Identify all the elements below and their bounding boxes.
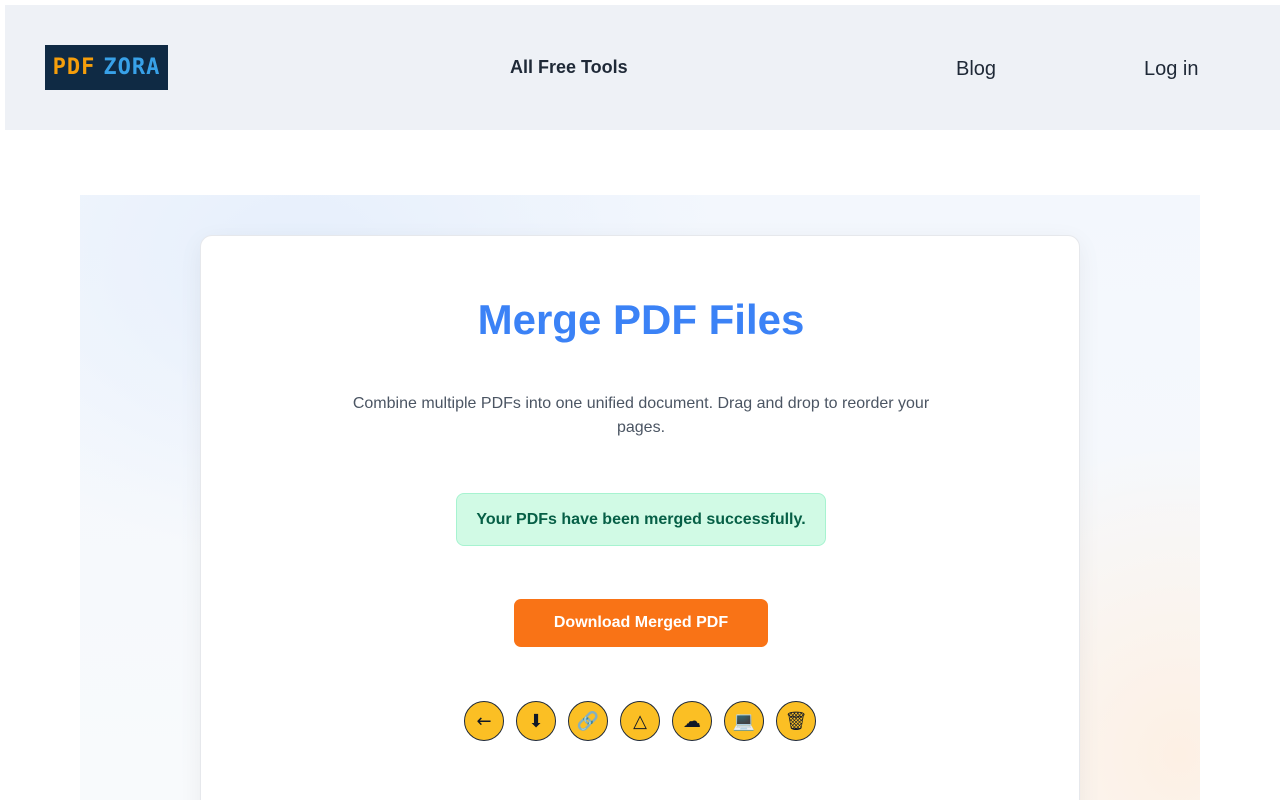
page-title: Merge PDF Files [477, 296, 805, 343]
trash-icon[interactable]: 🗑 [776, 701, 816, 741]
download-icon[interactable]: ⬇ [516, 701, 556, 741]
success-message: Your PDFs have been merged successfully. [456, 493, 826, 546]
logo-part-pdf: PDF [52, 55, 96, 80]
page: PDF ZORA All Free Tools Blog Log in Merg… [0, 0, 1280, 800]
site-header: PDF ZORA All Free Tools Blog Log in [5, 5, 1280, 130]
nav-log-in[interactable]: Log in [1144, 58, 1199, 81]
page-subtitle: Combine multiple PDFs into one unified d… [352, 395, 930, 436]
logo-part-zora: ZORA [103, 55, 161, 80]
merge-result-card: Merge PDF Files Combine multiple PDFs in… [200, 235, 1080, 800]
cloud-icon[interactable]: ☁ [672, 701, 712, 741]
back-arrow-icon[interactable]: ← [464, 701, 504, 741]
drive-icon[interactable]: △ [620, 701, 660, 741]
nav-blog[interactable]: Blog [956, 58, 996, 81]
link-icon[interactable]: 🔗 [568, 701, 608, 741]
download-merged-pdf-button[interactable]: Download Merged PDF [514, 599, 768, 647]
computer-icon[interactable]: 💻 [724, 701, 764, 741]
pdf-zora-logo[interactable]: PDF ZORA [45, 45, 168, 90]
nav-all-free-tools[interactable]: All Free Tools [510, 57, 628, 78]
action-icon-row: ← ⬇ 🔗 △ ☁ 💻 🗑 [464, 701, 820, 741]
